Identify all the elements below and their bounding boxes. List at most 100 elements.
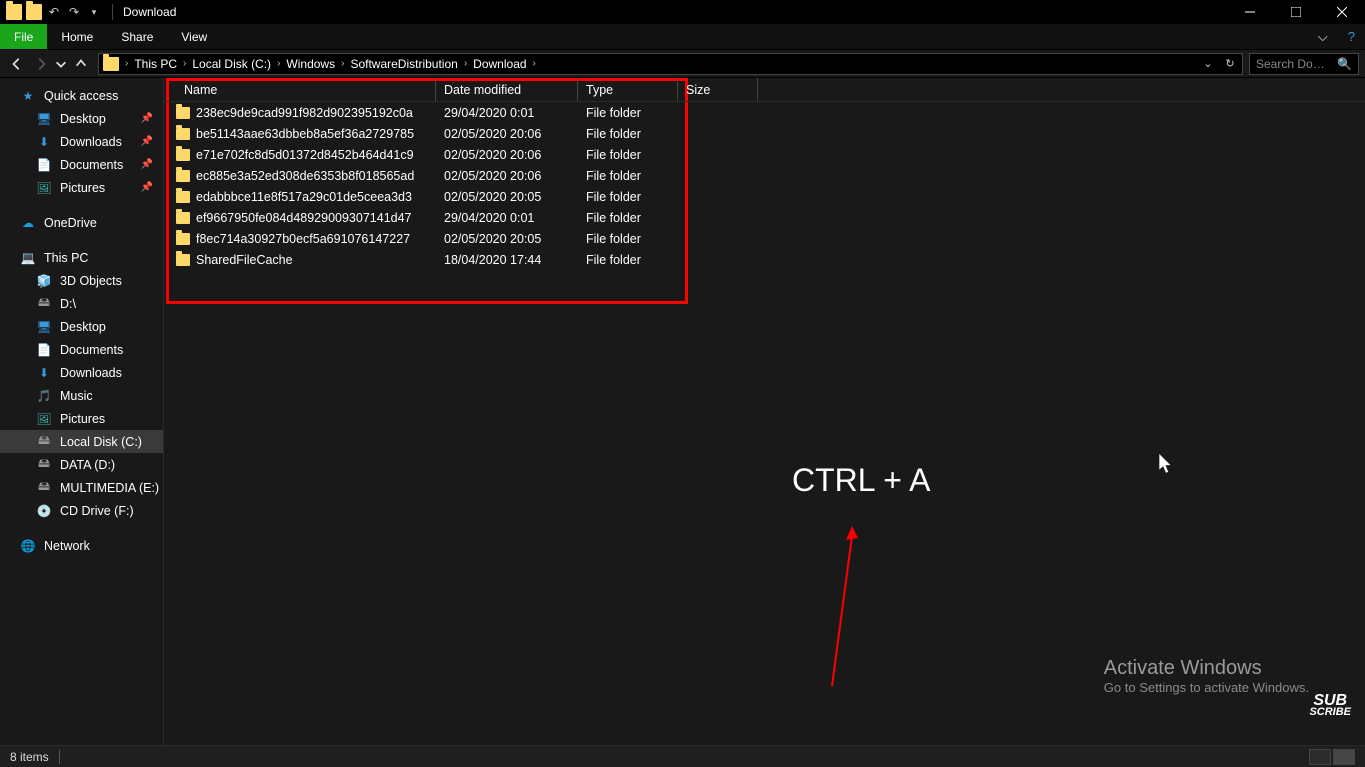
column-header-type[interactable]: Type	[578, 78, 678, 101]
separator	[59, 750, 60, 764]
sidebar-item[interactable]: CD Drive (F:)	[0, 499, 163, 522]
watermark-subtitle: Go to Settings to activate Windows.	[1104, 680, 1309, 695]
address-bar[interactable]: › This PC › Local Disk (C:) › Windows › …	[98, 53, 1243, 75]
search-input[interactable]: Search Do… 🔍	[1249, 53, 1359, 75]
sidebar-item[interactable]: Documents📌	[0, 153, 163, 176]
redo-icon[interactable]: ↷	[66, 4, 82, 20]
up-button[interactable]	[70, 53, 92, 75]
sidebar-item[interactable]: Pictures	[0, 407, 163, 430]
sidebar-label: 3D Objects	[60, 274, 122, 288]
ribbon-tabs: File Home Share View ⌵ ?	[0, 24, 1365, 50]
file-date: 02/05/2020 20:06	[436, 169, 578, 183]
sidebar-icon	[36, 411, 52, 427]
help-icon[interactable]: ?	[1338, 24, 1365, 49]
chevron-right-icon[interactable]: ›	[181, 58, 188, 69]
breadcrumb[interactable]: Local Disk (C:)	[188, 57, 275, 71]
chevron-right-icon[interactable]: ›	[123, 58, 130, 69]
file-row[interactable]: e71e702fc8d5d01372d8452b464d41c902/05/20…	[164, 144, 1365, 165]
sidebar-item[interactable]: MULTIMEDIA (E:)	[0, 476, 163, 499]
sidebar-icon	[36, 388, 52, 404]
tab-view[interactable]: View	[167, 24, 221, 49]
sidebar-item-network[interactable]: Network	[0, 534, 163, 557]
sidebar-item[interactable]: Documents	[0, 338, 163, 361]
sidebar-label: MULTIMEDIA (E:)	[60, 481, 159, 495]
breadcrumb[interactable]: Download	[469, 57, 530, 71]
sidebar-item[interactable]: Music	[0, 384, 163, 407]
status-bar: 8 items	[0, 745, 1365, 767]
sidebar-item[interactable]: D:\	[0, 292, 163, 315]
navigation-pane: Quick access Desktop📌Downloads📌Documents…	[0, 78, 164, 745]
file-row[interactable]: 238ec9de9cad991f982d902395192c0a29/04/20…	[164, 102, 1365, 123]
file-row[interactable]: edabbbce11e8f517a29c01de5ceea3d302/05/20…	[164, 186, 1365, 207]
window-controls	[1227, 0, 1365, 24]
sidebar-item[interactable]: Desktop 📌	[0, 107, 163, 130]
sidebar-item[interactable]: Local Disk (C:)	[0, 430, 163, 453]
sidebar-item[interactable]: Pictures📌	[0, 176, 163, 199]
tab-home[interactable]: Home	[47, 24, 107, 49]
annotation-text: CTRL + A	[792, 462, 930, 499]
sidebar-label: Music	[60, 389, 93, 403]
sidebar-item-this-pc[interactable]: This PC	[0, 246, 163, 269]
collapse-ribbon-icon[interactable]: ⌵	[1308, 24, 1338, 49]
chevron-right-icon[interactable]: ›	[275, 58, 282, 69]
sidebar-icon	[36, 134, 52, 150]
sidebar-label: Desktop	[60, 112, 106, 126]
refresh-icon[interactable]: ↻	[1220, 55, 1240, 73]
file-row[interactable]: ef9667950fe084d48929009307141d4729/04/20…	[164, 207, 1365, 228]
sidebar-item[interactable]: Desktop	[0, 315, 163, 338]
file-name: SharedFileCache	[196, 253, 293, 267]
file-row[interactable]: SharedFileCache18/04/2020 17:44File fold…	[164, 249, 1365, 270]
column-header-name[interactable]: Name	[176, 78, 436, 101]
chevron-right-icon[interactable]: ›	[339, 58, 346, 69]
status-item-count: 8 items	[10, 750, 49, 764]
column-header-date[interactable]: Date modified	[436, 78, 578, 101]
close-button[interactable]	[1319, 0, 1365, 24]
back-button[interactable]	[6, 53, 28, 75]
sidebar-item-onedrive[interactable]: OneDrive	[0, 211, 163, 234]
breadcrumb[interactable]: Windows	[282, 57, 339, 71]
maximize-button[interactable]	[1273, 0, 1319, 24]
sidebar-icon	[36, 434, 52, 450]
minimize-button[interactable]	[1227, 0, 1273, 24]
file-type: File folder	[578, 127, 678, 141]
undo-icon[interactable]: ↶	[46, 4, 62, 20]
sidebar-icon	[36, 111, 52, 127]
sidebar-icon	[36, 503, 52, 519]
folder-icon	[176, 212, 190, 224]
sidebar-item[interactable]: 3D Objects	[0, 269, 163, 292]
recent-locations-button[interactable]	[54, 53, 68, 75]
file-type: File folder	[578, 148, 678, 162]
sidebar-icon	[36, 319, 52, 335]
chevron-right-icon[interactable]: ›	[531, 58, 538, 69]
cursor-icon	[1159, 454, 1173, 477]
column-header-size[interactable]: Size	[678, 78, 758, 101]
view-details-button[interactable]	[1309, 749, 1331, 765]
history-dropdown-icon[interactable]: ⌄	[1198, 55, 1218, 73]
file-date: 02/05/2020 20:06	[436, 127, 578, 141]
breadcrumb[interactable]: SoftwareDistribution	[346, 57, 461, 71]
file-row[interactable]: be51143aae63dbbeb8a5ef36a272978502/05/20…	[164, 123, 1365, 144]
star-icon	[20, 88, 36, 104]
breadcrumb[interactable]: This PC	[130, 57, 181, 71]
tab-file[interactable]: File	[0, 24, 47, 49]
file-date: 02/05/2020 20:05	[436, 232, 578, 246]
file-type: File folder	[578, 169, 678, 183]
tab-share[interactable]: Share	[107, 24, 167, 49]
windows-activation-watermark: Activate Windows Go to Settings to activ…	[1104, 657, 1309, 695]
pin-icon: 📌	[141, 113, 153, 124]
sidebar-item-quick-access[interactable]: Quick access	[0, 84, 163, 107]
sidebar-label: CD Drive (F:)	[60, 504, 134, 518]
file-row[interactable]: f8ec714a30927b0ecf5a69107614722702/05/20…	[164, 228, 1365, 249]
sidebar-item[interactable]: Downloads📌	[0, 130, 163, 153]
sidebar-item[interactable]: Downloads	[0, 361, 163, 384]
forward-button[interactable]	[30, 53, 52, 75]
chevron-right-icon[interactable]: ›	[462, 58, 469, 69]
sidebar-label: Downloads	[60, 135, 122, 149]
separator	[112, 4, 113, 20]
sidebar-item[interactable]: DATA (D:)	[0, 453, 163, 476]
chevron-down-icon[interactable]: ▾	[86, 4, 102, 20]
file-row[interactable]: ec885e3a52ed308de6353b8f018565ad02/05/20…	[164, 165, 1365, 186]
view-large-icons-button[interactable]	[1333, 749, 1355, 765]
file-name: e71e702fc8d5d01372d8452b464d41c9	[196, 148, 414, 162]
watermark-title: Activate Windows	[1104, 657, 1309, 680]
